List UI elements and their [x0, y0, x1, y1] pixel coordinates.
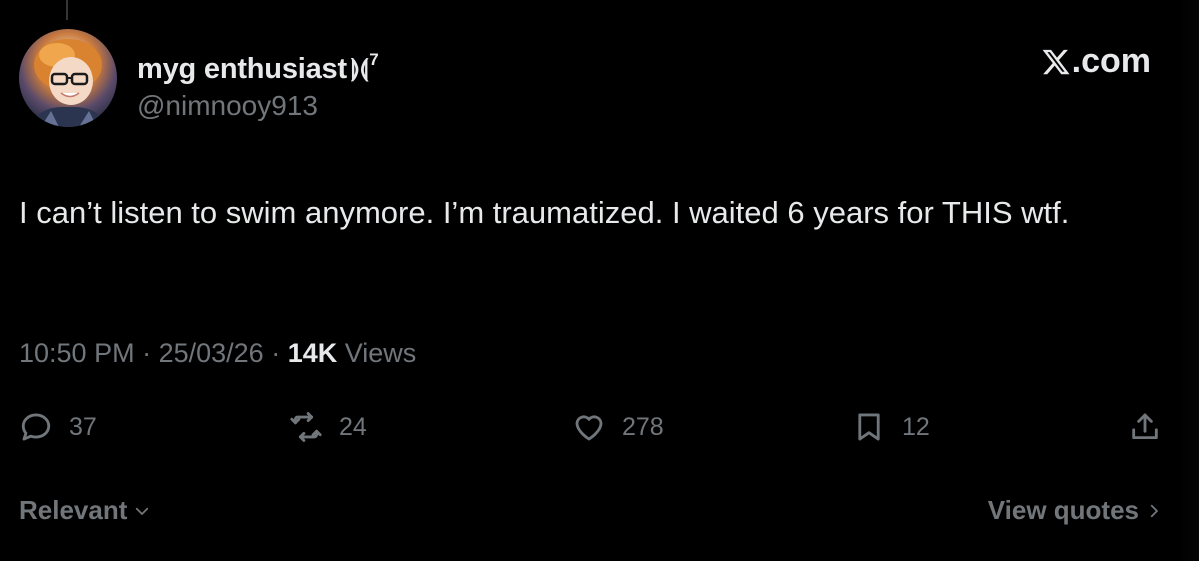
bookmark-icon: [858, 413, 880, 441]
tweet-meta: 10:50 PM · 25/03/26 · 14K Views: [19, 336, 416, 370]
tweet-text: I can’t listen to swim anymore. I’m trau…: [19, 195, 1070, 230]
views-label[interactable]: Views: [337, 338, 417, 368]
chevron-right-icon: [1150, 504, 1158, 517]
reply-button[interactable]: 37: [19, 406, 97, 448]
like-count: 278: [622, 412, 664, 441]
avatar[interactable]: [19, 29, 117, 127]
sort-dropdown[interactable]: Relevant: [19, 495, 151, 526]
heart-icon: [575, 415, 603, 441]
bookmark-count: 12: [902, 412, 930, 441]
display-name-text[interactable]: myg enthusiast: [137, 53, 347, 85]
x-logo-icon: [1042, 49, 1070, 74]
chevron-down-icon: [136, 507, 149, 515]
brand-label: .com: [1071, 42, 1151, 80]
sort-label: Relevant: [19, 495, 128, 525]
brand-watermark: .com: [1041, 42, 1151, 81]
avatar-image: [29, 39, 107, 127]
user-block: myg enthusiast ⟭⟬7 @nimnooy913: [137, 42, 379, 123]
thread-line: [66, 0, 68, 20]
name-superscript: 7: [369, 50, 379, 69]
name-emoji-mark: ⟭⟬: [350, 55, 369, 82]
repost-button[interactable]: 24: [289, 406, 367, 448]
action-bar: 37 24 278 12: [0, 406, 1199, 448]
view-quotes-label: View quotes: [987, 495, 1139, 525]
display-name[interactable]: myg enthusiast ⟭⟬7: [137, 42, 379, 87]
reply-count: 37: [69, 412, 97, 441]
bookmark-button[interactable]: 12: [852, 406, 930, 448]
user-handle[interactable]: @nimnooy913: [137, 89, 379, 123]
share-button[interactable]: [1128, 406, 1178, 448]
tweet-card: myg enthusiast ⟭⟬7 @nimnooy913 .com I can…: [0, 0, 1199, 561]
views-count[interactable]: 14K: [288, 338, 338, 368]
view-quotes-link[interactable]: View quotes: [988, 495, 1163, 526]
meta-separator: ·: [134, 338, 159, 368]
repost-icon: [290, 412, 322, 442]
scrollbar-track: [1179, 0, 1199, 561]
tweet-date[interactable]: 25/03/26: [159, 338, 264, 368]
reply-icon: [21, 413, 51, 441]
meta-separator: ·: [263, 338, 288, 368]
repost-count: 24: [339, 412, 367, 441]
like-button[interactable]: 278: [572, 406, 664, 448]
share-icon: [1132, 413, 1158, 440]
tweet-time[interactable]: 10:50 PM: [19, 338, 135, 368]
